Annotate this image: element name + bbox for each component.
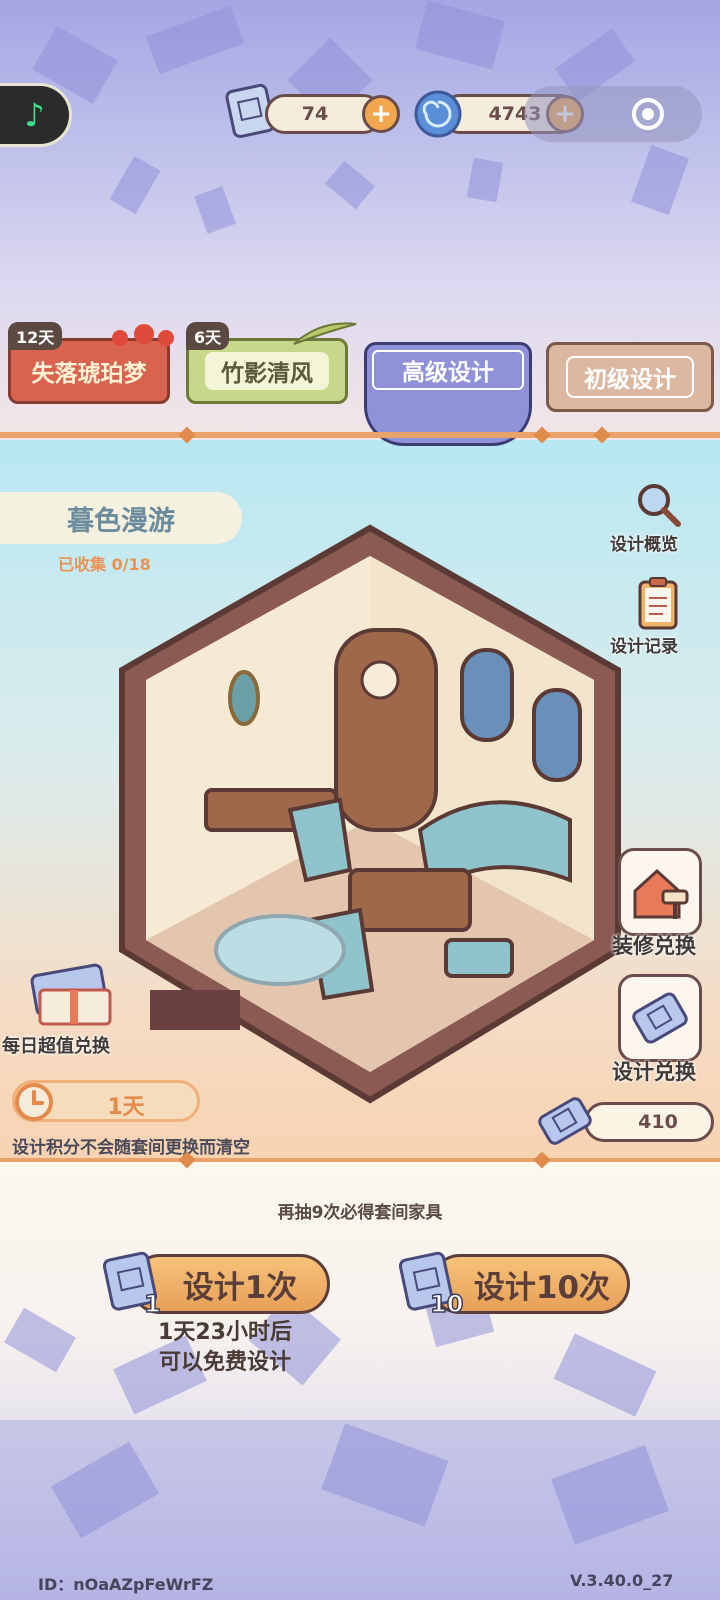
- plus-icon: +: [370, 99, 392, 129]
- notice-text: 设计积分不会随套间更换而清空: [12, 1138, 250, 1158]
- daily-deal-timer-pill: 1天: [12, 1080, 200, 1122]
- pity-text: 再抽9次必得套间家具: [277, 1203, 443, 1223]
- design-overview-button[interactable]: 设计概览: [610, 478, 696, 558]
- decor-exchange-button[interactable]: [618, 848, 702, 936]
- tab-label: 竹影清风: [205, 352, 329, 390]
- swirl-gem-icon: [412, 88, 464, 140]
- design-points: 410: [638, 1111, 678, 1133]
- ticket-icon: [632, 992, 688, 1044]
- tab-advanced-label-box: 高级设计: [372, 350, 524, 390]
- leaf-decoration-icon: [290, 318, 360, 348]
- settings-button[interactable]: [628, 94, 668, 134]
- system-capsule: [524, 86, 702, 142]
- scroll-bundle-icon: [30, 963, 112, 1026]
- design-records-button[interactable]: 设计记录: [610, 576, 696, 660]
- music-toggle-button[interactable]: ♪: [0, 83, 72, 147]
- design-once-label: 设计1次: [182, 1269, 298, 1306]
- tab-label: 高级设计: [402, 360, 494, 386]
- design-points-pill: 410: [584, 1102, 714, 1142]
- bottom-background: [0, 1160, 720, 1600]
- clipboard-icon: [636, 576, 680, 630]
- room-bottom-divider: [0, 1158, 720, 1162]
- player-id: ID：nOaAZpFeWrFZ: [38, 1575, 214, 1594]
- music-note-icon: ♪: [24, 96, 45, 134]
- tab-basic-design[interactable]: 初级设计: [546, 342, 714, 412]
- magnifier-icon: [634, 480, 682, 528]
- target-icon: [632, 98, 664, 130]
- design-exchange-label: 设计兑换: [612, 1060, 696, 1084]
- design-ten-cost: 10: [429, 1289, 464, 1319]
- room-illustration: [110, 520, 630, 1120]
- design-once-cost: 1: [143, 1289, 161, 1319]
- daily-deal-button[interactable]: 每日超值兑换: [2, 960, 124, 1057]
- design-overview-label: 设计概览: [610, 535, 678, 555]
- design-ten-label: 设计10次: [473, 1269, 611, 1306]
- tab-label: 初级设计: [566, 356, 694, 398]
- days-badge: 6天: [186, 322, 230, 350]
- design-exchange-button[interactable]: [618, 974, 702, 1062]
- free-design-timer: 1天23小时后 可以免费设计: [110, 1318, 340, 1378]
- tab-divider: [0, 432, 720, 438]
- add-scrolls-button[interactable]: +: [362, 95, 400, 133]
- free-timer-line2: 可以免费设计: [158, 1350, 291, 1375]
- app-version: V.3.40.0_27: [570, 1571, 674, 1590]
- decor-exchange-label: 装修兑换: [612, 934, 696, 958]
- design-records-label: 设计记录: [610, 637, 678, 657]
- days-badge: 12天: [8, 322, 63, 350]
- scroll-count: 74: [301, 103, 329, 125]
- daily-deal-label: 每日超值兑换: [2, 1036, 110, 1057]
- rose-decoration-icon: [108, 322, 178, 352]
- design-ticket-icon: [534, 1092, 596, 1150]
- free-timer-line1: 1天23小时后: [158, 1320, 292, 1345]
- tab-label: 失落琥珀梦: [31, 361, 147, 387]
- daily-deal-timer: 1天: [107, 1095, 145, 1120]
- paint-roller-house-icon: [633, 868, 689, 919]
- clock-icon: [13, 1081, 55, 1123]
